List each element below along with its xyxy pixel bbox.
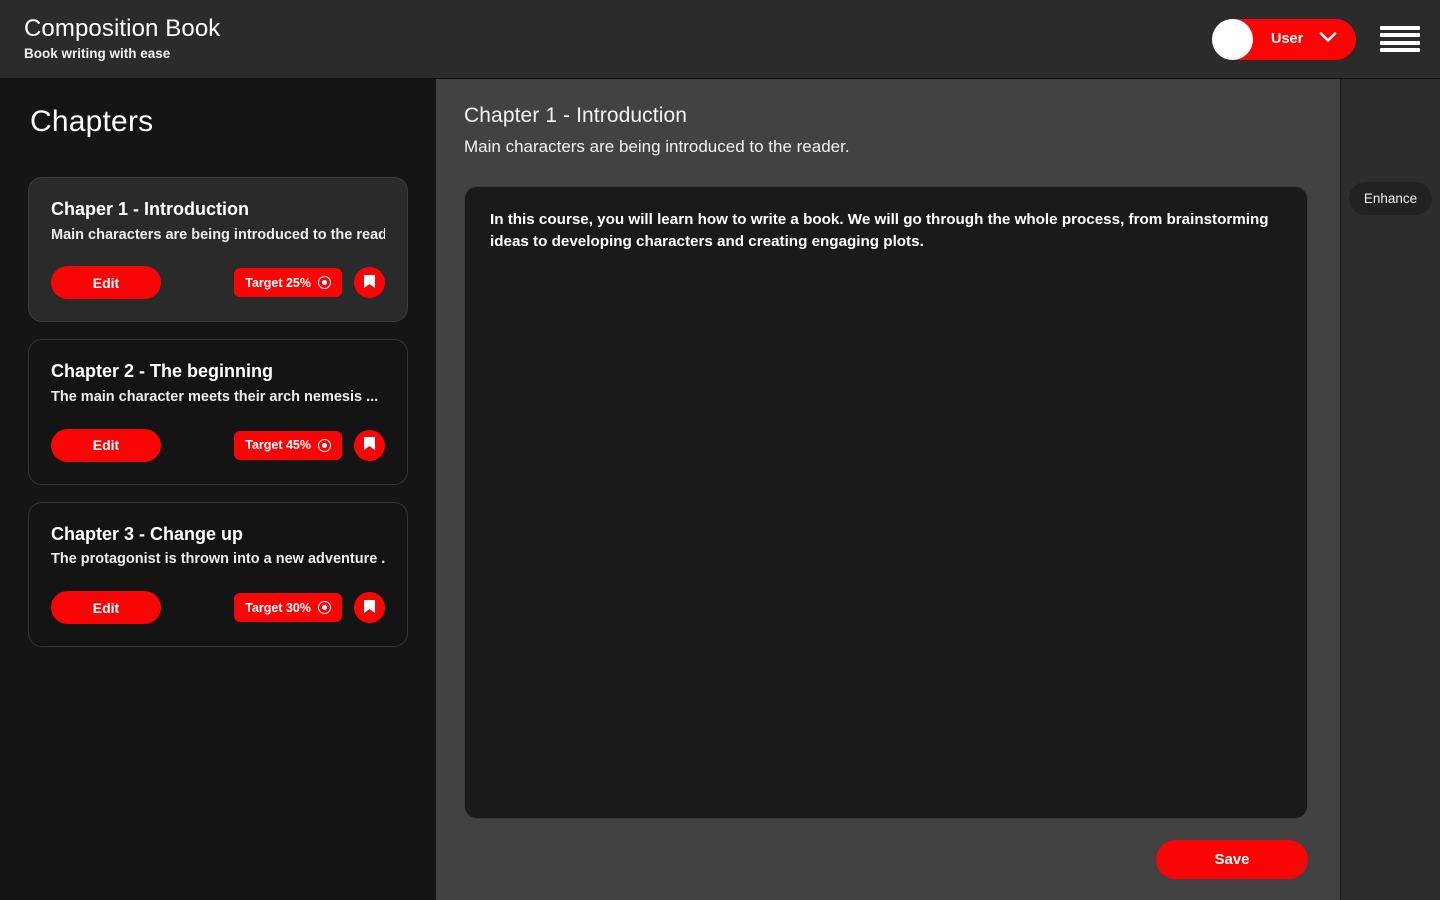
- bookmark-icon: [363, 599, 376, 617]
- tools-panel: Enhance: [1340, 79, 1440, 900]
- target-icon: [318, 438, 331, 452]
- avatar: [1212, 18, 1253, 60]
- chapter-card-description: The main character meets their arch neme…: [51, 388, 379, 405]
- chapter-card-title: Chapter 3 - Change up: [51, 523, 244, 544]
- chapter-card-right-actions: Target 45%: [234, 429, 385, 461]
- chapter-text-editor[interactable]: In this course, you will learn how to wr…: [464, 186, 1308, 820]
- app-tagline: Book writing with ease: [24, 45, 171, 61]
- chapter-card-right-actions: Target 30%: [234, 592, 385, 624]
- header-right-group: User: [1212, 18, 1420, 60]
- chapter-card-actions: Edit Target 30%: [51, 591, 385, 625]
- edit-chapter-button[interactable]: Edit: [51, 428, 161, 462]
- chapter-card-right-actions: Target 25%: [234, 267, 385, 299]
- user-menu-label: User: [1271, 31, 1304, 47]
- edit-chapter-button[interactable]: Edit: [51, 266, 161, 300]
- chapters-sidebar: Chapters Chaper 1 - Introduction Main ch…: [0, 79, 436, 900]
- hamburger-bar: [1380, 47, 1420, 52]
- target-badge-label: Target 45%: [245, 438, 311, 453]
- chapter-card-title: Chapter 2 - The beginning: [51, 361, 274, 382]
- enhance-button[interactable]: Enhance: [1348, 182, 1433, 215]
- target-badge-label: Target 30%: [245, 600, 311, 615]
- chapter-list: Chaper 1 - Introduction Main characters …: [28, 177, 408, 648]
- save-button[interactable]: Save: [1156, 840, 1308, 880]
- chapter-card-actions: Edit Target 45%: [51, 428, 385, 462]
- edit-chapter-button[interactable]: Edit: [51, 591, 161, 625]
- page-subtitle: Main characters are being introduced to …: [464, 137, 850, 157]
- app-body: Chapters Chaper 1 - Introduction Main ch…: [0, 79, 1440, 900]
- bookmark-button[interactable]: [354, 429, 385, 461]
- chapter-card-1[interactable]: Chaper 1 - Introduction Main characters …: [28, 177, 408, 323]
- user-menu-button[interactable]: User: [1212, 18, 1356, 60]
- chapter-card-actions: Edit Target 25%: [51, 266, 385, 300]
- brand: Composition Book Book writing with ease: [24, 14, 221, 62]
- bookmark-icon: [363, 274, 376, 292]
- editor-content: In this course, you will learn how to wr…: [490, 211, 1269, 251]
- chapter-card-title: Chaper 1 - Introduction: [51, 199, 249, 219]
- app-root: Composition Book Book writing with ease …: [0, 0, 1440, 900]
- app-header: Composition Book Book writing with ease …: [0, 0, 1440, 79]
- hamburger-bar: [1380, 33, 1420, 38]
- chapter-card-2[interactable]: Chapter 2 - The beginning The main chara…: [28, 339, 408, 485]
- target-icon: [318, 276, 331, 290]
- chapter-card-3[interactable]: Chapter 3 - Change up The protagonist is…: [28, 501, 408, 648]
- app-title: Composition Book: [24, 14, 221, 42]
- chevron-down-icon: [1319, 30, 1337, 48]
- chapter-card-description: Main characters are being introduced to …: [51, 226, 385, 243]
- target-badge[interactable]: Target 45%: [234, 430, 342, 460]
- bookmark-button[interactable]: [354, 592, 385, 624]
- bookmark-icon: [363, 436, 376, 454]
- chapter-card-description: The protagonist is thrown into a new adv…: [51, 551, 385, 568]
- hamburger-bar: [1380, 40, 1420, 45]
- page-title: Chapter 1 - Introduction: [464, 104, 688, 127]
- target-badge-label: Target 25%: [245, 275, 311, 290]
- target-badge[interactable]: Target 25%: [234, 268, 342, 298]
- sidebar-title: Chapters: [30, 105, 154, 138]
- bookmark-button[interactable]: [354, 267, 385, 299]
- chapter-editor-panel: Chapter 1 - Introduction Main characters…: [436, 79, 1340, 900]
- hamburger-menu-icon[interactable]: [1380, 23, 1420, 55]
- target-badge[interactable]: Target 30%: [234, 593, 342, 623]
- hamburger-bar: [1380, 26, 1420, 30]
- editor-footer: Save: [464, 819, 1308, 900]
- target-icon: [318, 601, 331, 615]
